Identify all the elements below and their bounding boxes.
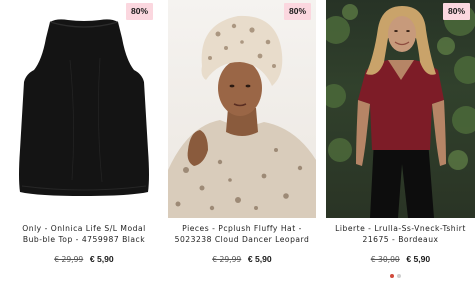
product-card[interactable]: 80% Only - Onlnica Life S/L Modal Bub-bl… bbox=[10, 0, 158, 270]
sale-price: € 5,90 bbox=[247, 254, 272, 264]
sale-price: € 5,90 bbox=[89, 254, 114, 264]
product-title[interactable]: Only - Onlnica Life S/L Modal Bub-ble To… bbox=[10, 223, 158, 245]
price-row: € 29,99 € 5,90 bbox=[168, 254, 316, 265]
black-top-illustration bbox=[19, 19, 149, 197]
product-carousel: 80% Only - Onlnica Life S/L Modal Bub-bl… bbox=[0, 0, 475, 281]
original-price: € 29,99 bbox=[212, 255, 242, 264]
bordeaux-tshirt-illustration bbox=[326, 4, 475, 218]
original-price: € 30,00 bbox=[370, 255, 400, 264]
original-price: € 29,99 bbox=[54, 255, 84, 264]
product-image-fluffy-hat[interactable]: 80% bbox=[168, 0, 316, 218]
carousel-pagination bbox=[390, 274, 401, 278]
product-title[interactable]: Pieces - Pcplush Fluffy Hat - 5023238 Cl… bbox=[168, 223, 316, 245]
discount-badge: 80% bbox=[442, 3, 470, 20]
product-card[interactable]: 80% Pieces - Pcplush Fluffy Hat - 502323… bbox=[168, 0, 316, 270]
product-title[interactable]: Liberte - Lrulla-Ss-Vneck-Tshirt 21675 -… bbox=[326, 223, 475, 245]
pagination-dot[interactable] bbox=[397, 274, 401, 278]
product-image-black-top[interactable]: 80% bbox=[10, 0, 158, 218]
price-row: € 29,99 € 5,90 bbox=[10, 254, 158, 265]
pagination-dot-active[interactable] bbox=[390, 274, 394, 278]
price-row: € 30,00 € 5,90 bbox=[326, 254, 475, 265]
fluffy-hat-illustration bbox=[168, 15, 316, 218]
discount-badge: 80% bbox=[125, 3, 153, 20]
product-card[interactable]: 80% Liberte - Lrulla-Ss-Vneck-Tshirt 216… bbox=[326, 0, 475, 270]
sale-price: € 5,90 bbox=[406, 254, 431, 264]
product-image-bordeaux-tshirt[interactable]: 80% bbox=[326, 0, 475, 218]
discount-badge: 80% bbox=[283, 3, 311, 20]
